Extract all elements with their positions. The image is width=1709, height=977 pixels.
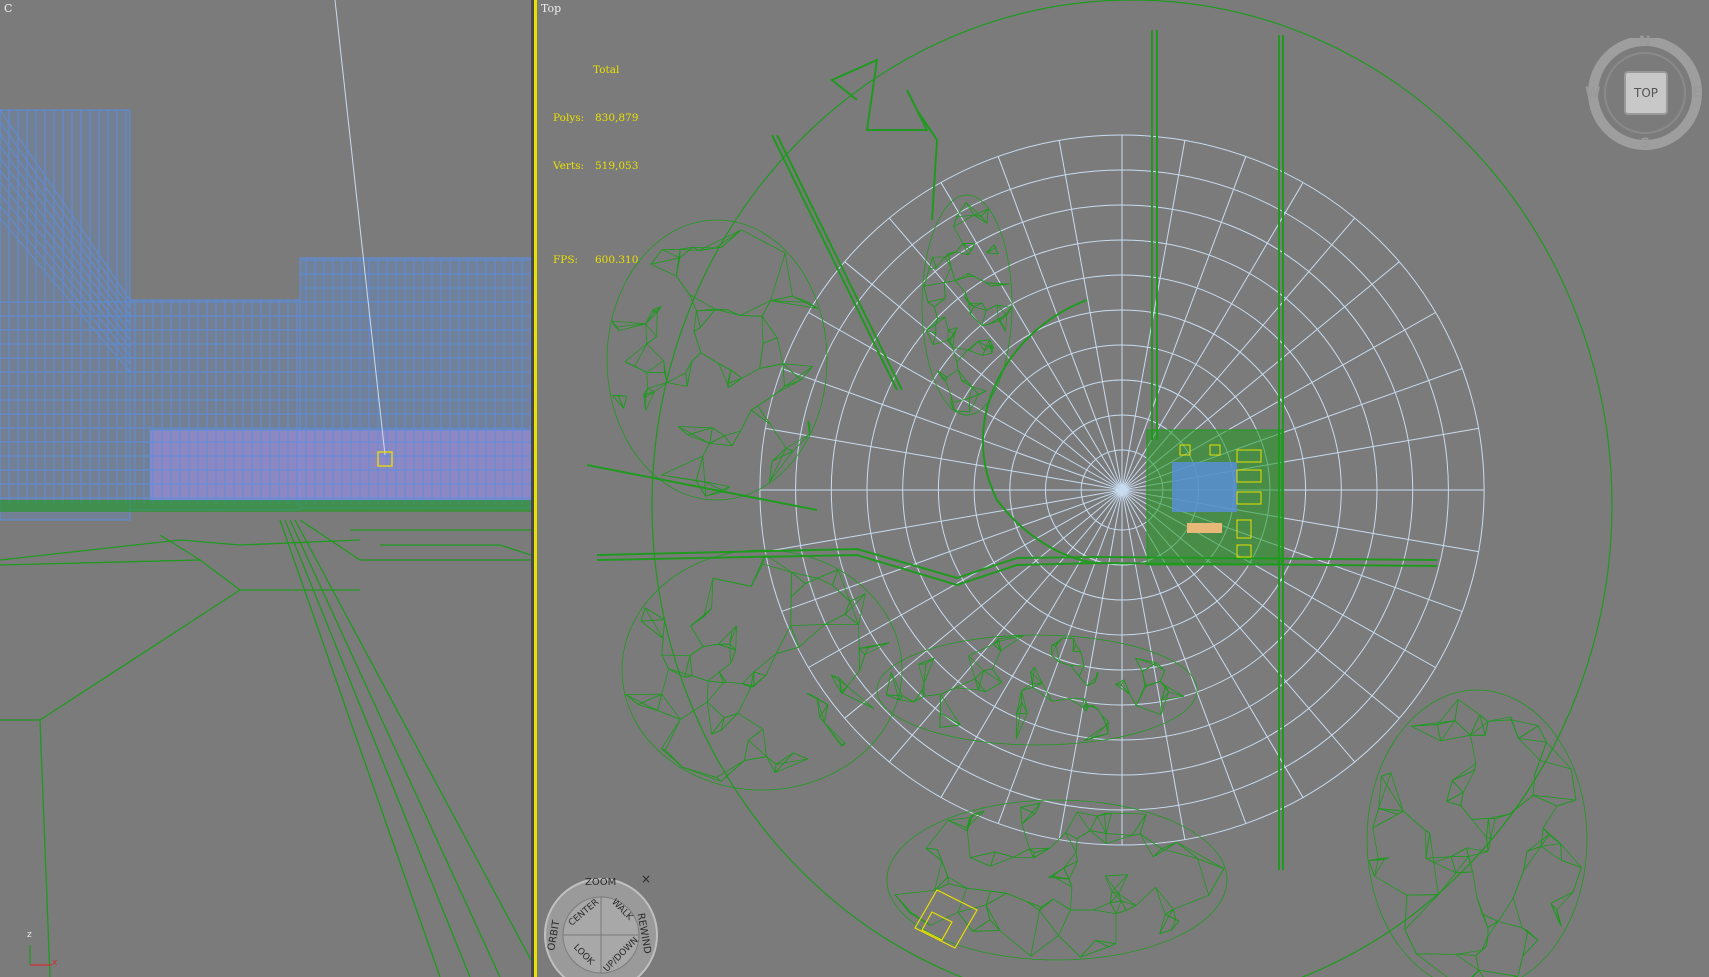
stats-header: Total	[593, 64, 620, 76]
polys-value: 830,879	[595, 112, 639, 124]
wheel-close-button[interactable]: ×	[641, 872, 651, 886]
camera-gizmo[interactable]	[914, 889, 978, 949]
steering-wheel[interactable]: ZOOM CENTER WALK ORBIT REWIND LOOK UP/DO…	[541, 870, 661, 977]
fps-value: 600.310	[595, 254, 639, 266]
compass-north-label[interactable]: N	[1639, 34, 1651, 50]
compass-west-label[interactable]: W	[1585, 85, 1600, 101]
fps-label: FPS:	[553, 254, 579, 266]
top-viewport[interactable]: Top Total Polys: 830,879 Verts: 519,053 FP…	[534, 0, 1709, 977]
verts-label: Verts:	[553, 160, 584, 172]
viewport-label[interactable]: C	[4, 2, 12, 15]
statistics-overlay: Total Polys: 830,879 Verts: 519,053 FPS: 60…	[553, 30, 638, 300]
polys-label: Polys:	[553, 112, 585, 124]
viewcube[interactable]: TOP N S E W	[1585, 34, 1705, 158]
viewcube-face-top[interactable]: TOP	[1624, 71, 1668, 115]
axis-z-label: z	[27, 930, 32, 940]
top-scene-wireframe	[586, 0, 1613, 977]
verts-value: 519,053	[595, 160, 639, 172]
camera-viewport[interactable]: C z x	[0, 0, 534, 977]
wheel-zoom[interactable]: ZOOM	[585, 877, 616, 888]
compass-south-label[interactable]: S	[1640, 136, 1650, 152]
axis-x-label: x	[52, 958, 58, 968]
camera-scene-wireframe	[0, 0, 531, 977]
compass-east-label[interactable]: E	[1692, 85, 1702, 101]
viewport-label[interactable]: Top	[541, 2, 561, 15]
